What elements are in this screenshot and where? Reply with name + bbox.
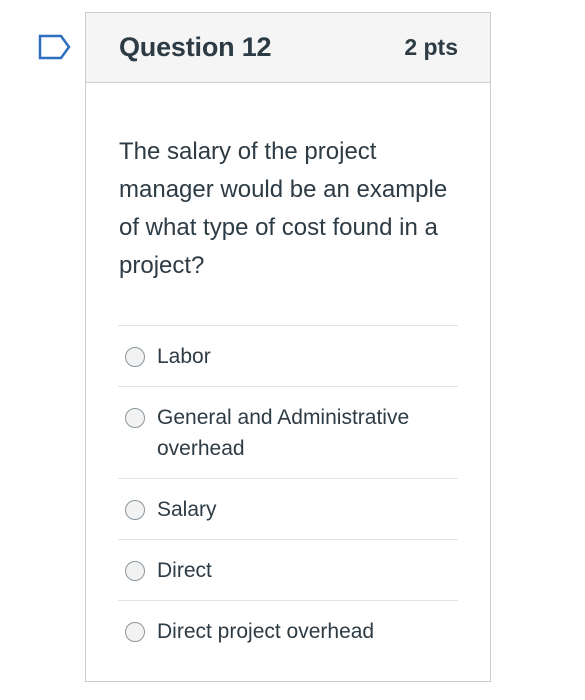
answer-list: Labor General and Administrative overhea… (118, 325, 458, 661)
radio-button[interactable] (125, 408, 145, 428)
radio-button[interactable] (125, 347, 145, 367)
question-card: Question 12 2 pts The salary of the proj… (85, 12, 491, 682)
answer-option-direct[interactable]: Direct (118, 540, 458, 601)
question-header: Question 12 2 pts (86, 13, 490, 83)
flag-question-icon[interactable] (38, 34, 72, 60)
answer-option-labor[interactable]: Labor (118, 326, 458, 387)
answer-option-salary[interactable]: Salary (118, 479, 458, 540)
radio-button[interactable] (125, 622, 145, 642)
radio-button[interactable] (125, 500, 145, 520)
question-title: Question 12 (119, 32, 272, 62)
radio-button[interactable] (125, 561, 145, 581)
question-points: 2 pts (404, 34, 458, 60)
answer-label: Direct (157, 559, 212, 582)
answer-label: Direct project overhead (157, 620, 375, 643)
answer-option-general-admin-overhead[interactable]: General and Administrative overhead (118, 387, 458, 479)
answer-option-direct-project-overhead[interactable]: Direct project overhead (118, 601, 458, 661)
question-text: The salary of the project manager would … (119, 138, 448, 279)
answer-label: Labor (157, 345, 211, 368)
answer-label: General and Administrative overhead (157, 406, 410, 460)
answer-label: Salary (157, 498, 217, 521)
